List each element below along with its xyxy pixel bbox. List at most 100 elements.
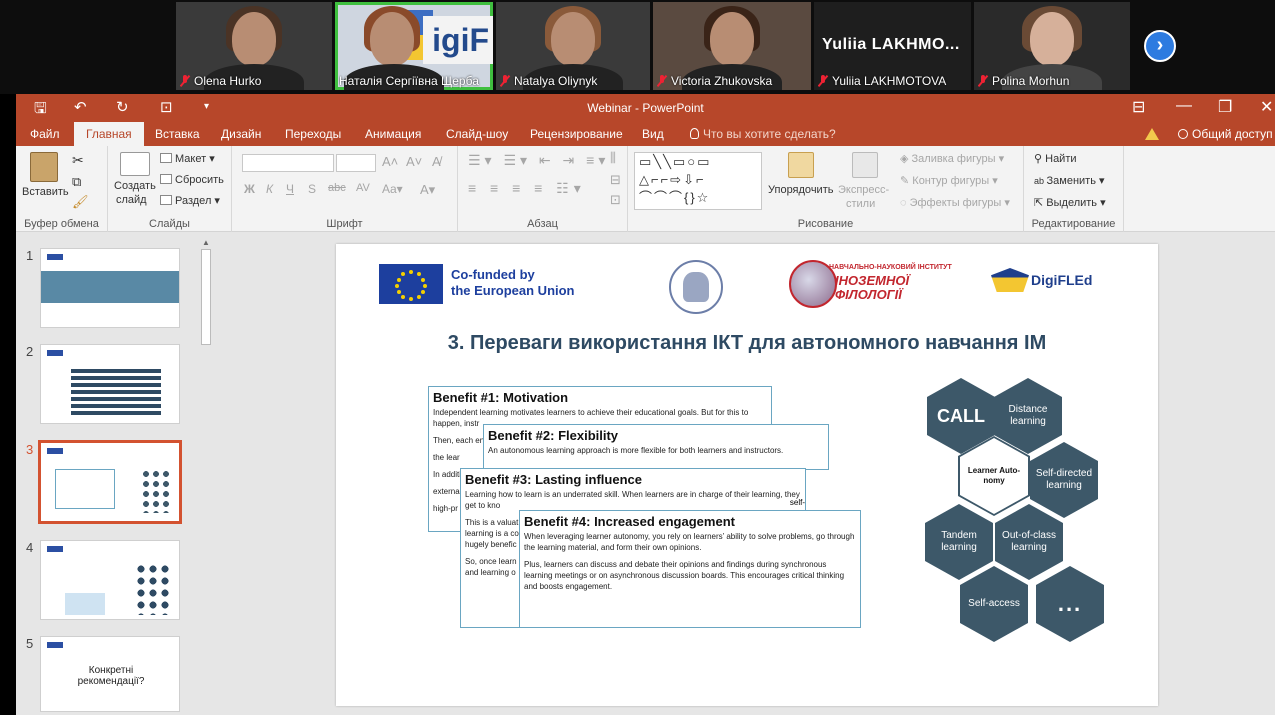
minimize-icon[interactable]: —: [1176, 97, 1192, 115]
layout-icon: [160, 153, 172, 163]
underline-button[interactable]: Ч: [286, 182, 294, 196]
next-participants-button[interactable]: ›: [1144, 30, 1176, 62]
tab-file[interactable]: Файл: [28, 122, 62, 146]
tab-animations[interactable]: Анимация: [363, 122, 423, 146]
replace-button[interactable]: ab Заменить ▾: [1034, 174, 1105, 187]
bullets-numbering-icons[interactable]: ☰▾ ☰▾ ⇤ ⇥ ≡▾: [468, 152, 609, 169]
change-case-icon[interactable]: Aa▾: [382, 182, 403, 196]
replace-icon: ab: [1034, 176, 1047, 186]
section-icon: [160, 195, 172, 205]
select-button[interactable]: ⇱ Выделить ▾: [1034, 196, 1106, 209]
font-size-input[interactable]: [336, 154, 376, 172]
grow-font-icon[interactable]: A˄: [382, 154, 398, 169]
maximize-icon[interactable]: ❐: [1218, 97, 1232, 117]
bold-button[interactable]: Ж: [244, 182, 255, 196]
arrange-icon: [788, 152, 814, 178]
shapes-gallery[interactable]: ▭╲╲▭○▭ △⌐⌐⇨⇩⌐ ⌒⌒⌒{}☆: [634, 152, 762, 210]
university-seal-logo: [669, 260, 723, 314]
slide-thumbnail-1[interactable]: [40, 248, 180, 328]
hex-self-directed-learning: Self-directed learning: [1030, 442, 1098, 518]
font-color-icon[interactable]: A▾: [420, 182, 435, 198]
new-slide-button-label[interactable]: слайд: [116, 194, 147, 206]
tab-slideshow[interactable]: Слайд-шоу: [444, 122, 510, 146]
close-icon[interactable]: ✕: [1260, 97, 1273, 117]
warning-icon[interactable]: [1145, 128, 1159, 140]
quick-styles-button-label[interactable]: стили: [846, 198, 875, 210]
video-participant-strip: Olena Hurko igiF Наталія Сергіївна Щерба…: [0, 0, 1275, 94]
participant-name: Yuliia LAKHMOTOVA: [832, 74, 947, 88]
align-text-icon[interactable]: ⊟: [610, 172, 621, 188]
pen-icon: ✎: [900, 175, 913, 187]
current-slide[interactable]: Co-funded by the European Union НАВЧАЛЬН…: [336, 244, 1158, 706]
participant-name: Victoria Zhukovska: [671, 74, 773, 88]
shape-effects-button[interactable]: ◌ Эффекты фигуры ▾: [900, 196, 1010, 209]
participant-tile[interactable]: Olena Hurko: [176, 2, 332, 90]
thumbnail-number: 5: [26, 636, 34, 651]
cut-icon[interactable]: ✂: [72, 152, 84, 169]
group-label: Слайды: [149, 218, 190, 230]
tab-review[interactable]: Рецензирование: [528, 122, 625, 146]
paste-button[interactable]: Вставить: [22, 186, 69, 198]
share-button[interactable]: Общий доступ: [1174, 124, 1275, 144]
copy-icon[interactable]: ⧉: [72, 174, 81, 190]
participant-tile[interactable]: Yuliia LAKHMO... Yuliia LAKHMOTOVA: [814, 2, 971, 90]
participant-tile[interactable]: Natalya Oliynyk: [496, 2, 650, 90]
digifled-logo: DigiFLEd: [991, 268, 1101, 296]
strikethrough-icon[interactable]: abc: [328, 182, 346, 194]
clear-formatting-icon[interactable]: A̸: [432, 154, 441, 169]
section-button[interactable]: Раздел ▾: [160, 194, 220, 207]
tab-design[interactable]: Дизайн: [219, 122, 263, 146]
find-button[interactable]: ⚲ Найти: [1034, 152, 1077, 165]
italic-button[interactable]: К: [266, 182, 273, 196]
slide-thumbnail-4[interactable]: [40, 540, 180, 620]
arrange-button[interactable]: Упорядочить: [768, 184, 833, 196]
group-editing: ⚲ Найти ab Заменить ▾ ⇱ Выделить ▾ Редак…: [1024, 146, 1124, 232]
format-painter-icon[interactable]: 🖌: [72, 194, 89, 210]
char-spacing-icon[interactable]: AV: [356, 182, 370, 194]
tab-transitions[interactable]: Переходы: [283, 122, 343, 146]
participant-tile[interactable]: Victoria Zhukovska: [653, 2, 811, 90]
group-drawing: ▭╲╲▭○▭ △⌐⌐⇨⇩⌐ ⌒⌒⌒{}☆ Упорядочить Экспресс-…: [628, 146, 1024, 232]
slide-thumbnail-2[interactable]: [40, 344, 180, 424]
shrink-font-icon[interactable]: A˅: [406, 154, 422, 169]
mic-muted-icon: [500, 75, 510, 87]
tab-insert[interactable]: Вставка: [153, 122, 202, 146]
shadow-button[interactable]: S: [308, 182, 316, 196]
shape-outline-button[interactable]: ✎ Контур фигуры ▾: [900, 174, 998, 187]
smartart-icon[interactable]: ⊡: [610, 192, 621, 208]
font-name-input[interactable]: [242, 154, 334, 172]
thumbnail-text: Конкретні рекомендації?: [77, 665, 145, 687]
benefit-card-2[interactable]: Benefit #2: Flexibility An autonomous le…: [483, 424, 829, 470]
tab-home[interactable]: Главная: [74, 122, 144, 146]
quick-styles-icon: [852, 152, 878, 178]
reset-button[interactable]: Сбросить: [160, 174, 224, 186]
scrollbar-thumb[interactable]: [201, 249, 211, 345]
alignment-icons[interactable]: ≡ ≡ ≡ ≡ ☷▾: [468, 180, 586, 197]
slide-thumbnail-3-selected[interactable]: [38, 440, 182, 524]
thumbnail-number: 3: [26, 442, 34, 457]
ribbon-display-icon[interactable]: ⊟: [1132, 97, 1145, 117]
new-slide-button[interactable]: Создать: [114, 180, 156, 192]
chevron-right-icon: ›: [1156, 34, 1164, 56]
tab-view[interactable]: Вид: [640, 122, 666, 146]
shape-fill-button[interactable]: ◈ Заливка фигуры ▾: [900, 152, 1004, 165]
mic-muted-icon: [818, 75, 828, 87]
slide-editor: Co-funded by the European Union НАВЧАЛЬН…: [216, 232, 1275, 715]
video-background-logo: igiF: [423, 16, 493, 64]
quick-styles-button[interactable]: Экспресс-: [838, 184, 889, 196]
thumbnail-number: 2: [26, 344, 34, 359]
thumbnails-scrollbar[interactable]: ▲: [200, 237, 212, 715]
group-label: Шрифт: [326, 218, 363, 230]
lightbulb-icon: [690, 128, 699, 139]
title-bar: 🖫 ↶ ↻ ⊡ ▾ Webinar - PowerPoint ⊟ — ❐ ✕: [16, 94, 1275, 122]
participant-tile[interactable]: Polina Morhun: [974, 2, 1130, 90]
slide-thumbnail-5[interactable]: Конкретні рекомендації?: [40, 636, 180, 712]
benefit-card-4[interactable]: Benefit #4: Increased engagement When le…: [519, 510, 861, 628]
layout-button[interactable]: Макет ▾: [160, 152, 215, 165]
scroll-up-icon[interactable]: ▲: [202, 238, 210, 247]
person-icon: [1178, 129, 1188, 139]
tell-me-search[interactable]: Что вы хотите сделать?: [688, 122, 838, 146]
text-direction-icon[interactable]: ⫼: [610, 150, 616, 166]
participant-tile-speaking[interactable]: igiF Наталія Сергіївна Щерба: [335, 2, 493, 90]
eu-flag-logo: [379, 264, 443, 304]
